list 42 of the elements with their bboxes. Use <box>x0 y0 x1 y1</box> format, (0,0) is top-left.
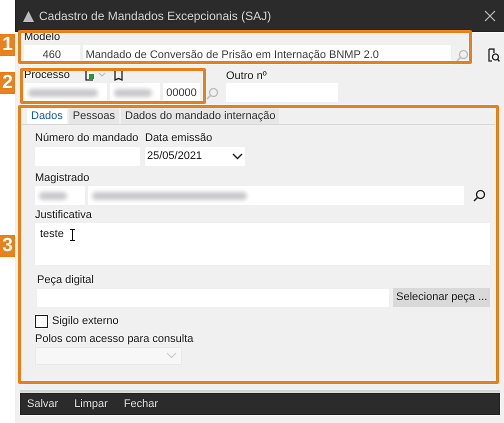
field-label: Modelo <box>24 31 62 44</box>
chevron-down-icon <box>232 153 243 160</box>
field-label: Peça digital <box>37 273 95 287</box>
callout-number: 3 <box>0 235 15 257</box>
judge-name-field[interactable] <box>88 186 464 205</box>
field-label: Justificativa <box>35 208 93 222</box>
search-icon[interactable] <box>473 189 486 202</box>
document-icon[interactable] <box>85 69 95 81</box>
redacted-text <box>114 89 152 97</box>
tab[interactable]: Dados do mandado internação <box>121 108 280 124</box>
process-number-field[interactable] <box>24 83 107 103</box>
callout-number: 2 <box>0 72 15 94</box>
field-label: Número do mandado <box>35 131 140 145</box>
document-search-icon[interactable] <box>487 48 500 62</box>
process-year-field[interactable] <box>110 83 160 103</box>
dropdown-caret-icon[interactable] <box>98 72 106 78</box>
date-dropdown[interactable]: 25/05/2021 <box>145 147 245 166</box>
field-label: Processo <box>24 68 71 83</box>
action-link[interactable]: Limpar <box>74 396 108 412</box>
text-cursor-icon <box>70 229 75 241</box>
field-label: Outro nº <box>226 69 268 82</box>
action-link[interactable]: Salvar <box>27 396 58 412</box>
select-document-button[interactable]: Selecionar peça ... <box>393 288 490 307</box>
book-icon[interactable] <box>114 70 123 80</box>
redacted-text <box>28 89 98 97</box>
checkbox[interactable] <box>35 314 48 328</box>
justification-textarea[interactable]: teste <box>35 223 490 265</box>
process-suffix-field[interactable]: 00000 <box>163 83 200 103</box>
field-label: Magistrado <box>35 171 90 185</box>
tab[interactable]: Pessoas <box>68 108 119 124</box>
redacted-text <box>39 192 67 200</box>
callout-number: 1 <box>0 34 15 56</box>
chevron-down-icon <box>166 352 177 359</box>
judge-code-field[interactable] <box>35 186 85 205</box>
action-link[interactable]: Fechar <box>124 396 158 412</box>
tab[interactable]: Dados <box>27 108 67 124</box>
field-label: Data emissão <box>145 131 214 145</box>
close-icon[interactable] <box>484 10 496 22</box>
checkbox-label: Sigilo externo <box>52 314 119 329</box>
field-label: Polos com acesso para consulta <box>35 332 194 346</box>
window-title: Cadastro de Mandados Excepcionais (SAJ) <box>39 8 272 25</box>
app-logo-icon <box>23 10 34 22</box>
